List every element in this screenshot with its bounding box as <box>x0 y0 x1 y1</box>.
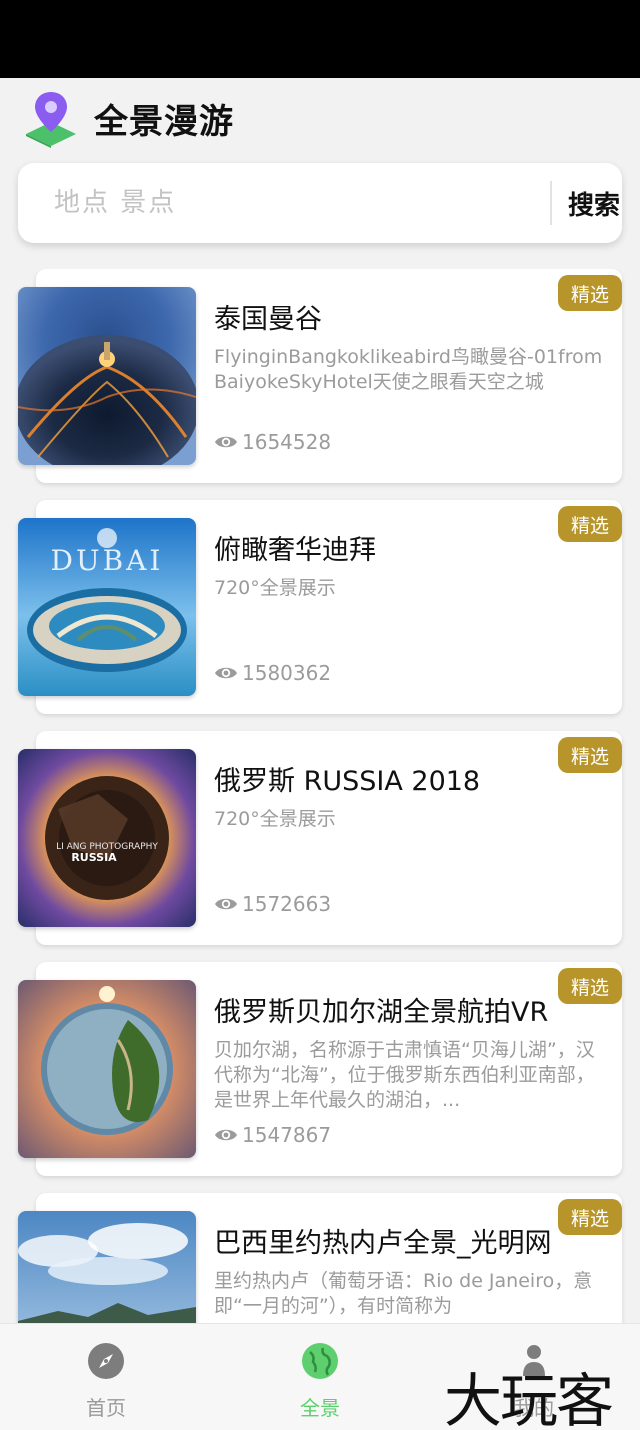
item-title: 俄罗斯 RUSSIA 2018 <box>214 766 481 797</box>
list-item[interactable]: DUBAI 精选 俯瞰奢华迪拜 720°全景展示 1580362 <box>18 500 622 714</box>
panorama-thumbnail <box>18 980 196 1158</box>
featured-badge: 精选 <box>558 737 622 773</box>
eye-icon <box>215 898 237 910</box>
eye-icon <box>215 667 237 679</box>
status-bar <box>0 0 640 78</box>
location-pin-icon <box>26 92 76 148</box>
view-count-value: 1580362 <box>242 661 332 685</box>
item-title: 巴西里约热内卢全景_光明网 <box>214 1228 552 1259</box>
item-description: 贝加尔湖，名称源于古肃慎语“贝海儿湖”，汉代称为“北海”，位于俄罗斯东西伯利亚南… <box>214 1039 595 1111</box>
search-bar: 搜索 <box>18 163 622 243</box>
view-count: 1580362 <box>214 658 331 688</box>
eye-icon <box>215 1129 237 1141</box>
featured-badge: 精选 <box>558 1199 622 1235</box>
item-title: 俄罗斯贝加尔湖全景航拍VR <box>214 997 549 1028</box>
item-description: 720°全景展示 <box>214 577 336 599</box>
view-count: 1654528 <box>214 427 331 457</box>
panorama-thumbnail <box>18 1211 196 1323</box>
search-button[interactable]: 搜索 <box>556 163 632 243</box>
item-description: FlyinginBangkoklikeabird鸟瞰曼谷-01fromBaiyo… <box>214 346 603 393</box>
search-input[interactable] <box>36 177 526 229</box>
featured-badge: 精选 <box>558 275 622 311</box>
item-title: 泰国曼谷 <box>214 304 322 335</box>
item-description: 720°全景展示 <box>214 808 336 830</box>
compass-icon <box>88 1343 124 1379</box>
list-item[interactable]: 精选 泰国曼谷 FlyinginBangkoklikeabird鸟瞰曼谷-01f… <box>18 269 622 483</box>
image-caption: RUSSIA <box>71 851 117 864</box>
nav-item-panorama[interactable]: 全景 <box>260 1342 380 1422</box>
item-description: 里约热内卢（葡萄牙语：Rio de Janeiro，意即“一月的河”），有时简称… <box>214 1270 593 1317</box>
list-item[interactable]: 精选 俄罗斯贝加尔湖全景航拍VR 贝加尔湖，名称源于古肃慎语“贝海儿湖”，汉代称… <box>18 962 622 1176</box>
eye-icon <box>215 436 237 448</box>
featured-badge: 精选 <box>558 968 622 1004</box>
panorama-thumbnail: LI ANG PHOTOGRAPHY RUSSIA <box>18 749 196 927</box>
view-count-value: 1547867 <box>242 1123 332 1147</box>
view-count-value: 1572663 <box>242 892 332 916</box>
view-count: 1547867 <box>214 1120 331 1150</box>
nav-item-home[interactable]: 首页 <box>46 1342 166 1422</box>
list-item[interactable]: 精选 巴西里约热内卢全景_光明网 里约热内卢（葡萄牙语：Rio de Janei… <box>18 1193 622 1323</box>
nav-label: 首页 <box>86 1396 126 1420</box>
watermark: 大玩客 <box>444 1367 614 1430</box>
view-count: 1572663 <box>214 889 331 919</box>
panorama-thumbnail: DUBAI <box>18 518 196 696</box>
panorama-list: 精选 泰国曼谷 FlyinginBangkoklikeabird鸟瞰曼谷-01f… <box>0 269 640 1323</box>
image-caption: DUBAI <box>51 544 164 577</box>
page-title: 全景漫游 <box>94 102 234 142</box>
item-title: 俯瞰奢华迪拜 <box>214 535 376 566</box>
nav-label: 全景 <box>300 1396 340 1420</box>
panorama-thumbnail <box>18 287 196 465</box>
search-divider <box>550 181 552 225</box>
app-header: 全景漫游 <box>0 78 640 158</box>
featured-badge: 精选 <box>558 506 622 542</box>
list-item[interactable]: LI ANG PHOTOGRAPHY RUSSIA 精选 俄罗斯 RUSSIA … <box>18 731 622 945</box>
view-count-value: 1654528 <box>242 430 332 454</box>
globe-icon <box>302 1343 338 1379</box>
